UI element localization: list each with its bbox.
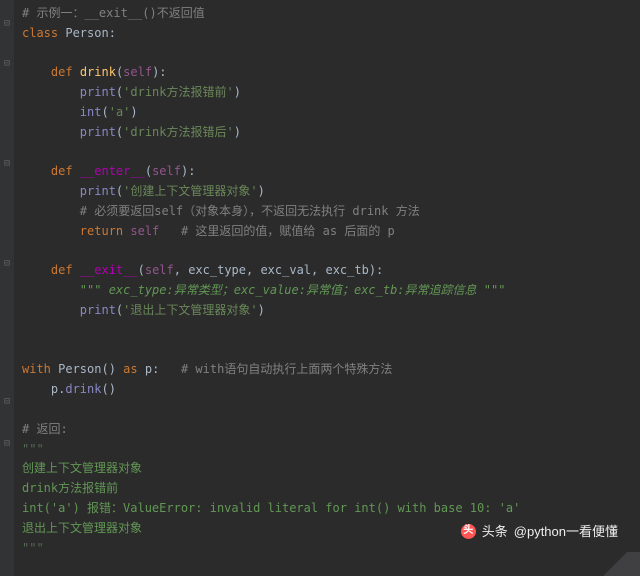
code-line: print('drink方法报错后') bbox=[22, 123, 640, 143]
corner-badge bbox=[592, 552, 640, 576]
code-line: def __enter__(self): bbox=[22, 162, 640, 182]
fold-marker-icon[interactable]: ⊟ bbox=[3, 60, 11, 68]
code-line bbox=[22, 341, 640, 361]
code-line: def __exit__(self, exc_type, exc_val, ex… bbox=[22, 261, 640, 281]
watermark-prefix: 头条 bbox=[482, 521, 508, 542]
fold-marker-icon[interactable]: ⊟ bbox=[3, 398, 11, 406]
code-line: int('a') 报错：ValueError: invalid literal … bbox=[22, 499, 640, 519]
code-line: # 必须要返回self（对象本身），不返回无法执行 drink 方法 bbox=[22, 202, 640, 222]
code-line: print('drink方法报错前') bbox=[22, 83, 640, 103]
code-line: """ exc_type:异常类型；exc_value:异常值；exc_tb:异… bbox=[22, 281, 640, 301]
code-line: 创建上下文管理器对象 bbox=[22, 459, 640, 479]
editor-gutter: ⊟ ⊟ ⊟ ⊟ ⊟ ⊟ bbox=[0, 0, 14, 576]
code-line: print('退出上下文管理器对象') bbox=[22, 301, 640, 321]
watermark-handle: @python一看便懂 bbox=[514, 521, 618, 542]
code-line: print('创建上下文管理器对象') bbox=[22, 182, 640, 202]
code-line bbox=[22, 143, 640, 163]
code-line: return self # 这里返回的值，赋值给 as 后面的 p bbox=[22, 222, 640, 242]
code-line bbox=[22, 242, 640, 262]
code-line: p.drink() bbox=[22, 380, 640, 400]
code-editor: # 示例一：__exit__()不返回值class Person: def dr… bbox=[0, 0, 640, 562]
code-line: # 返回: bbox=[22, 420, 640, 440]
code-line bbox=[22, 400, 640, 420]
code-line bbox=[22, 44, 640, 64]
code-line: """ bbox=[22, 440, 640, 460]
code-line: int('a') bbox=[22, 103, 640, 123]
watermark-icon: 头 bbox=[461, 524, 476, 539]
code-line bbox=[22, 321, 640, 341]
fold-marker-icon[interactable]: ⊟ bbox=[3, 20, 11, 28]
fold-marker-icon[interactable]: ⊟ bbox=[3, 160, 11, 168]
code-line: drink方法报错前 bbox=[22, 479, 640, 499]
watermark: 头 头条 @python一看便懂 bbox=[461, 521, 618, 542]
code-line: def drink(self): bbox=[22, 63, 640, 83]
code-line: # 示例一：__exit__()不返回值 bbox=[22, 4, 640, 24]
fold-marker-icon[interactable]: ⊟ bbox=[3, 260, 11, 268]
code-line: with Person() as p: # with语句自动执行上面两个特殊方法 bbox=[22, 360, 640, 380]
fold-marker-icon[interactable]: ⊟ bbox=[3, 440, 11, 448]
code-line: class Person: bbox=[22, 24, 640, 44]
